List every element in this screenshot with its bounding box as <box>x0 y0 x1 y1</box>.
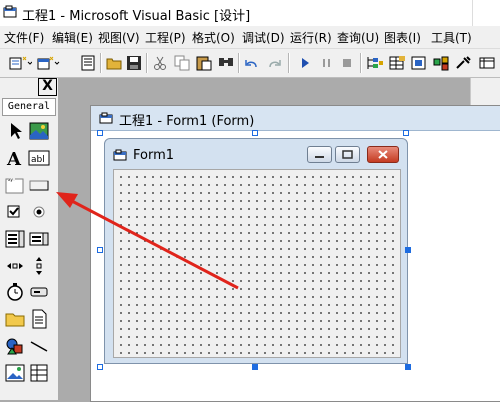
close-icon <box>378 150 388 159</box>
picturebox-tool-icon[interactable] <box>28 120 50 142</box>
end-icon[interactable] <box>340 55 354 71</box>
app-title: 工程1 - Microsoft Visual Basic [设计] <box>22 9 251 24</box>
standard-toolbar <box>0 49 500 78</box>
menu-bar: 文件(F) 编辑(E) 视图(V) 工程(P) 格式(O) 调试(D) 运行(R… <box>0 26 500 49</box>
find-icon[interactable] <box>218 55 234 71</box>
form1-grid-canvas[interactable] <box>113 169 401 358</box>
selection-handle-bottom[interactable] <box>252 364 258 370</box>
form1-close-button[interactable] <box>367 146 399 163</box>
form1-maximize-button[interactable] <box>335 146 360 163</box>
toolbar-separator <box>288 53 290 73</box>
commandbutton-tool-icon[interactable] <box>28 174 50 196</box>
app-title-bar: 工程1 - Microsoft Visual Basic [设计] <box>0 0 500 27</box>
form-window-icon <box>99 112 113 124</box>
open-project-icon[interactable] <box>106 55 122 71</box>
save-project-icon[interactable] <box>126 55 142 71</box>
form1-caption: Form1 <box>133 148 175 163</box>
data-tool-icon[interactable] <box>28 362 50 384</box>
selection-handle-bottom-left[interactable] <box>97 364 103 370</box>
toolbar-separator <box>100 53 102 73</box>
data-view-icon[interactable] <box>478 55 496 71</box>
paste-icon[interactable] <box>196 55 212 71</box>
selection-handle-top-left[interactable] <box>97 130 103 136</box>
menu-query[interactable]: 查询(U) <box>337 29 379 46</box>
redo-icon[interactable] <box>266 55 282 71</box>
window-close-button[interactable] <box>472 0 500 26</box>
toolbar-separator <box>146 53 148 73</box>
add-project-icon[interactable] <box>8 55 32 71</box>
undo-icon[interactable] <box>244 55 260 71</box>
toolbar-separator <box>360 53 362 73</box>
selection-handle-left[interactable] <box>97 247 103 253</box>
textbox-tool-icon[interactable]: abl <box>28 147 50 169</box>
selection-handle-top[interactable] <box>252 130 258 136</box>
svg-text:abl: abl <box>31 155 45 165</box>
minimize-icon <box>315 156 324 158</box>
timer-tool-icon[interactable] <box>4 281 26 303</box>
listbox-tool-icon[interactable] <box>28 228 50 250</box>
pointer-tool-icon[interactable] <box>4 120 26 142</box>
form-designer-title: 工程1 - Form1 (Form) <box>119 114 255 129</box>
toolbar-separator <box>238 53 240 73</box>
drivelistbox-tool-icon[interactable] <box>28 281 50 303</box>
form-layout-icon[interactable] <box>410 55 428 71</box>
project-explorer-icon[interactable] <box>366 55 384 71</box>
menu-diagram[interactable]: 图表(I) <box>384 29 421 46</box>
selection-handle-right[interactable] <box>405 247 411 253</box>
menu-edit[interactable]: 编辑(E) <box>52 29 93 46</box>
toolbox-icon[interactable] <box>454 55 472 71</box>
selection-handle-bottom-right[interactable] <box>405 364 411 370</box>
menu-tools[interactable]: 工具(T) <box>431 29 472 46</box>
frame-tool-icon[interactable]: xy <box>4 174 26 196</box>
cut-icon[interactable] <box>152 55 168 71</box>
combobox-tool-icon[interactable] <box>4 228 26 250</box>
svg-text:A: A <box>6 149 22 169</box>
menu-editor-icon[interactable] <box>80 55 96 71</box>
menu-run[interactable]: 运行(R) <box>290 29 332 46</box>
properties-window-icon[interactable] <box>388 55 406 71</box>
break-icon[interactable] <box>320 55 334 71</box>
dirlistbox-tool-icon[interactable] <box>4 308 26 330</box>
image-tool-icon[interactable] <box>4 362 26 384</box>
toolbox-close-button[interactable]: X <box>38 78 57 96</box>
vb-app-icon <box>3 5 17 18</box>
object-browser-icon[interactable] <box>432 55 450 71</box>
svg-text:xy: xy <box>8 177 13 182</box>
menu-view[interactable]: 视图(V) <box>98 29 140 46</box>
maximize-icon <box>342 150 353 159</box>
label-tool-icon[interactable]: A <box>4 147 26 169</box>
toolbox-panel: X General A abl xy <box>0 78 59 400</box>
hscrollbar-tool-icon[interactable] <box>4 255 26 277</box>
menu-debug[interactable]: 调试(D) <box>242 29 285 46</box>
copy-icon[interactable] <box>174 55 190 71</box>
menu-format[interactable]: 格式(O) <box>192 29 235 46</box>
form1-title-bar[interactable]: Form1 <box>105 139 407 167</box>
shape-tool-icon[interactable] <box>4 335 26 357</box>
toolbox-general-tab[interactable]: General <box>2 98 56 116</box>
add-form-icon[interactable] <box>36 55 60 71</box>
form1-icon <box>113 149 127 161</box>
form1-minimize-button[interactable] <box>307 146 332 163</box>
form1-window[interactable]: Form1 <box>104 138 408 364</box>
line-tool-icon[interactable] <box>28 335 50 357</box>
optionbutton-tool-icon[interactable] <box>28 201 50 223</box>
selection-handle-top-right[interactable] <box>403 130 409 136</box>
start-icon[interactable] <box>298 55 312 71</box>
checkbox-tool-icon[interactable] <box>4 201 26 223</box>
menu-project[interactable]: 工程(P) <box>145 29 186 46</box>
filelistbox-tool-icon[interactable] <box>28 308 50 330</box>
form-designer-title-bar[interactable]: 工程1 - Form1 (Form) <box>91 106 500 131</box>
vscrollbar-tool-icon[interactable] <box>28 255 50 277</box>
menu-file[interactable]: 文件(F) <box>4 29 44 46</box>
